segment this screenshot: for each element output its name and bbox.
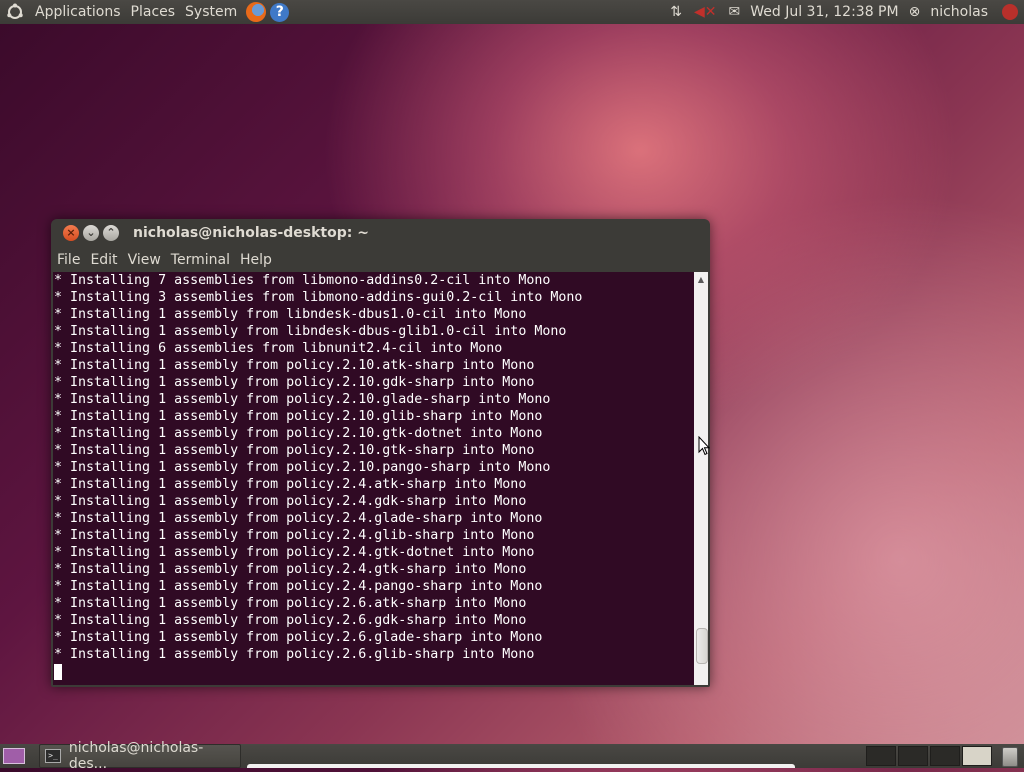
menu-edit[interactable]: Edit	[86, 252, 121, 268]
volume-icon[interactable]: ◀✕	[694, 4, 717, 20]
menu-terminal[interactable]: Terminal	[167, 252, 234, 268]
terminal-line: * Installing 1 assembly from policy.2.10…	[54, 358, 535, 373]
top-panel: Applications Places System ? ⇅ ◀✕ ✉ Wed …	[0, 0, 1024, 24]
firefox-icon[interactable]	[246, 2, 267, 22]
terminal-icon: >_	[45, 749, 61, 763]
scrollbar[interactable]: ▲	[694, 272, 708, 685]
mouse-pointer-icon	[698, 436, 710, 456]
ubuntu-logo-icon[interactable]	[4, 1, 26, 23]
terminal-line: * Installing 7 assemblies from libmono-a…	[54, 273, 551, 288]
terminal-line: * Installing 3 assemblies from libmono-a…	[54, 290, 583, 305]
minimize-icon[interactable]: ⌄	[83, 225, 99, 241]
clock[interactable]: Wed Jul 31, 12:38 PM	[750, 4, 898, 20]
terminal-line: * Installing 1 assembly from policy.2.6.…	[54, 647, 535, 662]
workspace-2[interactable]	[898, 746, 928, 766]
terminal-line: * Installing 1 assembly from policy.2.4.…	[54, 562, 527, 577]
terminal-line: * Installing 1 assembly from policy.2.6.…	[54, 596, 527, 611]
menu-help[interactable]: Help	[236, 252, 276, 268]
panel-indicators: ⇅ ◀✕ ✉ Wed Jul 31, 12:38 PM ⊗ nicholas	[664, 0, 1024, 24]
terminal-line: * Installing 1 assembly from policy.2.10…	[54, 409, 543, 424]
terminal-line: * Installing 1 assembly from policy.2.10…	[54, 375, 535, 390]
terminal-line: * Installing 1 assembly from policy.2.10…	[54, 392, 551, 407]
taskbar-terminal-button[interactable]: >_ nicholas@nicholas-des...	[39, 740, 241, 772]
taskbar-terminal-label: nicholas@nicholas-des...	[68, 740, 204, 772]
close-icon[interactable]: ×	[63, 225, 79, 241]
menu-applications[interactable]: Applications	[30, 0, 126, 24]
scroll-up-icon[interactable]: ▲	[694, 275, 708, 284]
terminal-line: * Installing 1 assembly from policy.2.10…	[54, 460, 551, 475]
terminal-line: * Installing 6 assemblies from libnunit2…	[54, 341, 503, 356]
window-title: nicholas@nicholas-desktop: ~	[133, 225, 369, 241]
terminal-line: * Installing 1 assembly from policy.2.4.…	[54, 494, 527, 509]
workspace-switcher	[864, 746, 992, 766]
terminal-line: * Installing 1 assembly from policy.2.4.…	[54, 579, 543, 594]
terminal-line: * Installing 1 assembly from policy.2.6.…	[54, 613, 527, 628]
menu-places[interactable]: Places	[126, 0, 181, 24]
window-menubar: File Edit View Terminal Help	[51, 247, 710, 272]
terminal-line: * Installing 1 assembly from policy.2.4.…	[54, 528, 535, 543]
menu-view[interactable]: View	[124, 252, 165, 268]
trash-icon[interactable]	[1002, 747, 1018, 767]
menu-system[interactable]: System	[180, 0, 242, 24]
terminal-line: * Installing 1 assembly from policy.2.10…	[54, 443, 535, 458]
terminal-prompt-line	[53, 663, 694, 685]
terminal-line: * Installing 1 assembly from policy.2.4.…	[54, 545, 535, 560]
session-icon[interactable]: ⊗	[909, 4, 921, 20]
workspace-1[interactable]	[866, 746, 896, 766]
terminal-line: * Installing 1 assembly from policy.2.6.…	[54, 630, 543, 645]
terminal-line: * Installing 1 assembly from policy.2.4.…	[54, 511, 543, 526]
maximize-icon[interactable]: ⌃	[103, 225, 119, 241]
menu-file[interactable]: File	[53, 252, 84, 268]
help-icon[interactable]: ?	[270, 2, 290, 22]
user-name[interactable]: nicholas	[930, 4, 988, 20]
terminal-output[interactable]: * Installing 7 assemblies from libmono-a…	[53, 272, 694, 685]
power-icon[interactable]	[1002, 4, 1018, 20]
titlebar[interactable]: × ⌄ ⌃ nicholas@nicholas-desktop: ~	[51, 219, 710, 247]
workspace-4[interactable]	[962, 746, 992, 766]
terminal-line: * Installing 1 assembly from libndesk-db…	[54, 307, 527, 322]
show-desktop-icon[interactable]	[3, 748, 25, 764]
terminal-line: * Installing 1 assembly from libndesk-db…	[54, 324, 567, 339]
network-icon[interactable]: ⇅	[670, 4, 682, 20]
terminal-line: * Installing 1 assembly from policy.2.4.…	[54, 477, 527, 492]
terminal-window: × ⌄ ⌃ nicholas@nicholas-desktop: ~ File …	[51, 219, 710, 687]
mail-icon[interactable]: ✉	[729, 4, 741, 20]
terminal-line: * Installing 1 assembly from policy.2.10…	[54, 426, 543, 441]
bottom-edge-bar	[247, 764, 795, 768]
text-cursor	[54, 664, 62, 680]
workspace-3[interactable]	[930, 746, 960, 766]
scrollbar-thumb[interactable]	[696, 628, 708, 664]
